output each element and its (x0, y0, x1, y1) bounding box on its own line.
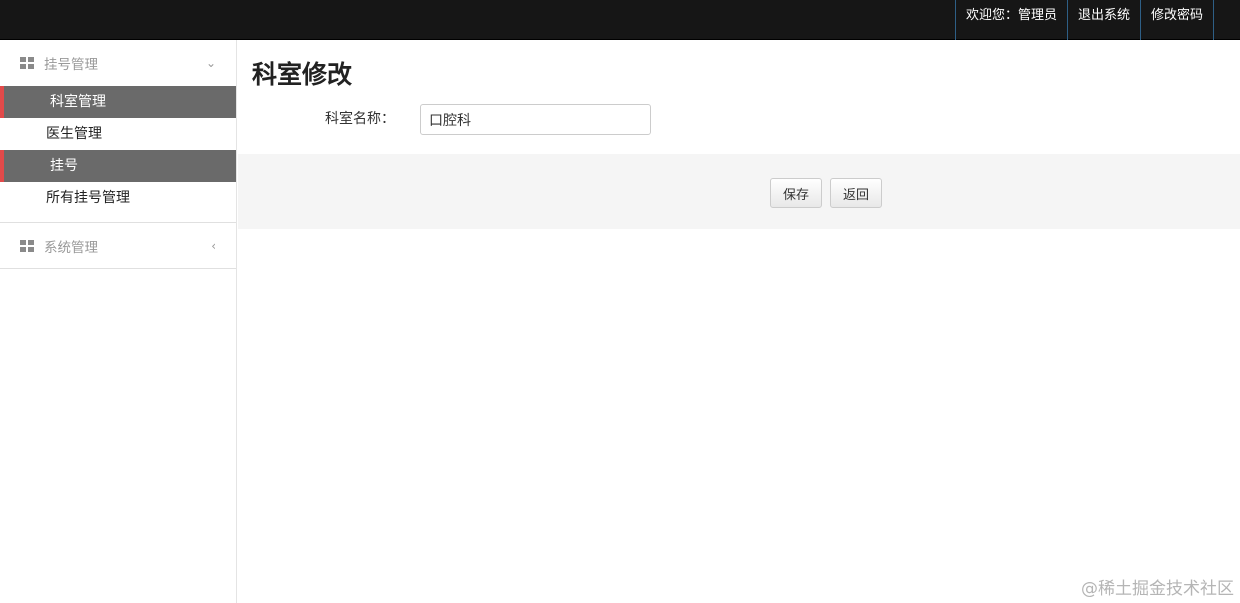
logout-link[interactable]: 退出系统 (1066, 0, 1140, 40)
sidebar-item-doctor[interactable]: 医生管理 (0, 118, 236, 150)
sidebar-item-department[interactable]: 科室管理 (0, 86, 236, 118)
top-navbar: 欢迎您：管理员 退出系统 修改密码 (0, 0, 1240, 40)
sidebar-group-system[interactable]: 系统管理 ‹ (0, 223, 236, 269)
topbar-user-links: 欢迎您：管理员 退出系统 修改密码 (954, 0, 1214, 40)
change-password-link[interactable]: 修改密码 (1139, 0, 1214, 40)
save-button[interactable]: 保存 (770, 178, 823, 208)
dept-name-label: 科室名称： (325, 111, 395, 127)
chevron-left-icon: ‹ (211, 239, 216, 253)
sidebar-item-all-registrations[interactable]: 所有挂号管理 (0, 182, 236, 214)
grid-icon (20, 57, 34, 69)
sidebar-item-register[interactable]: 挂号 (0, 150, 236, 182)
chevron-down-icon: ⌄ (205, 56, 216, 70)
dept-name-row: 科室名称： (238, 102, 1240, 136)
sidebar: 挂号管理 ⌄ 科室管理 医生管理 挂号 所有挂号管理 系统管理 ‹ (0, 40, 237, 603)
watermark: @稀土掘金技术社区 (1081, 579, 1234, 599)
sidebar-group-label: 挂号管理 (44, 57, 98, 73)
back-button[interactable]: 返回 (830, 178, 883, 208)
welcome-user-link[interactable]: 欢迎您：管理员 (954, 0, 1067, 40)
form-actions: 保存 返回 (238, 154, 1240, 229)
dept-name-input[interactable] (420, 104, 651, 135)
main-content: 科室修改 科室名称： 保存 返回 (238, 40, 1240, 603)
sidebar-group-registration[interactable]: 挂号管理 ⌄ (0, 40, 236, 86)
sidebar-group-label: 系统管理 (44, 239, 98, 256)
grid-icon (20, 239, 34, 252)
sidebar-group-items: 科室管理 医生管理 挂号 所有挂号管理 (0, 86, 236, 214)
page-title: 科室修改 (252, 60, 353, 89)
